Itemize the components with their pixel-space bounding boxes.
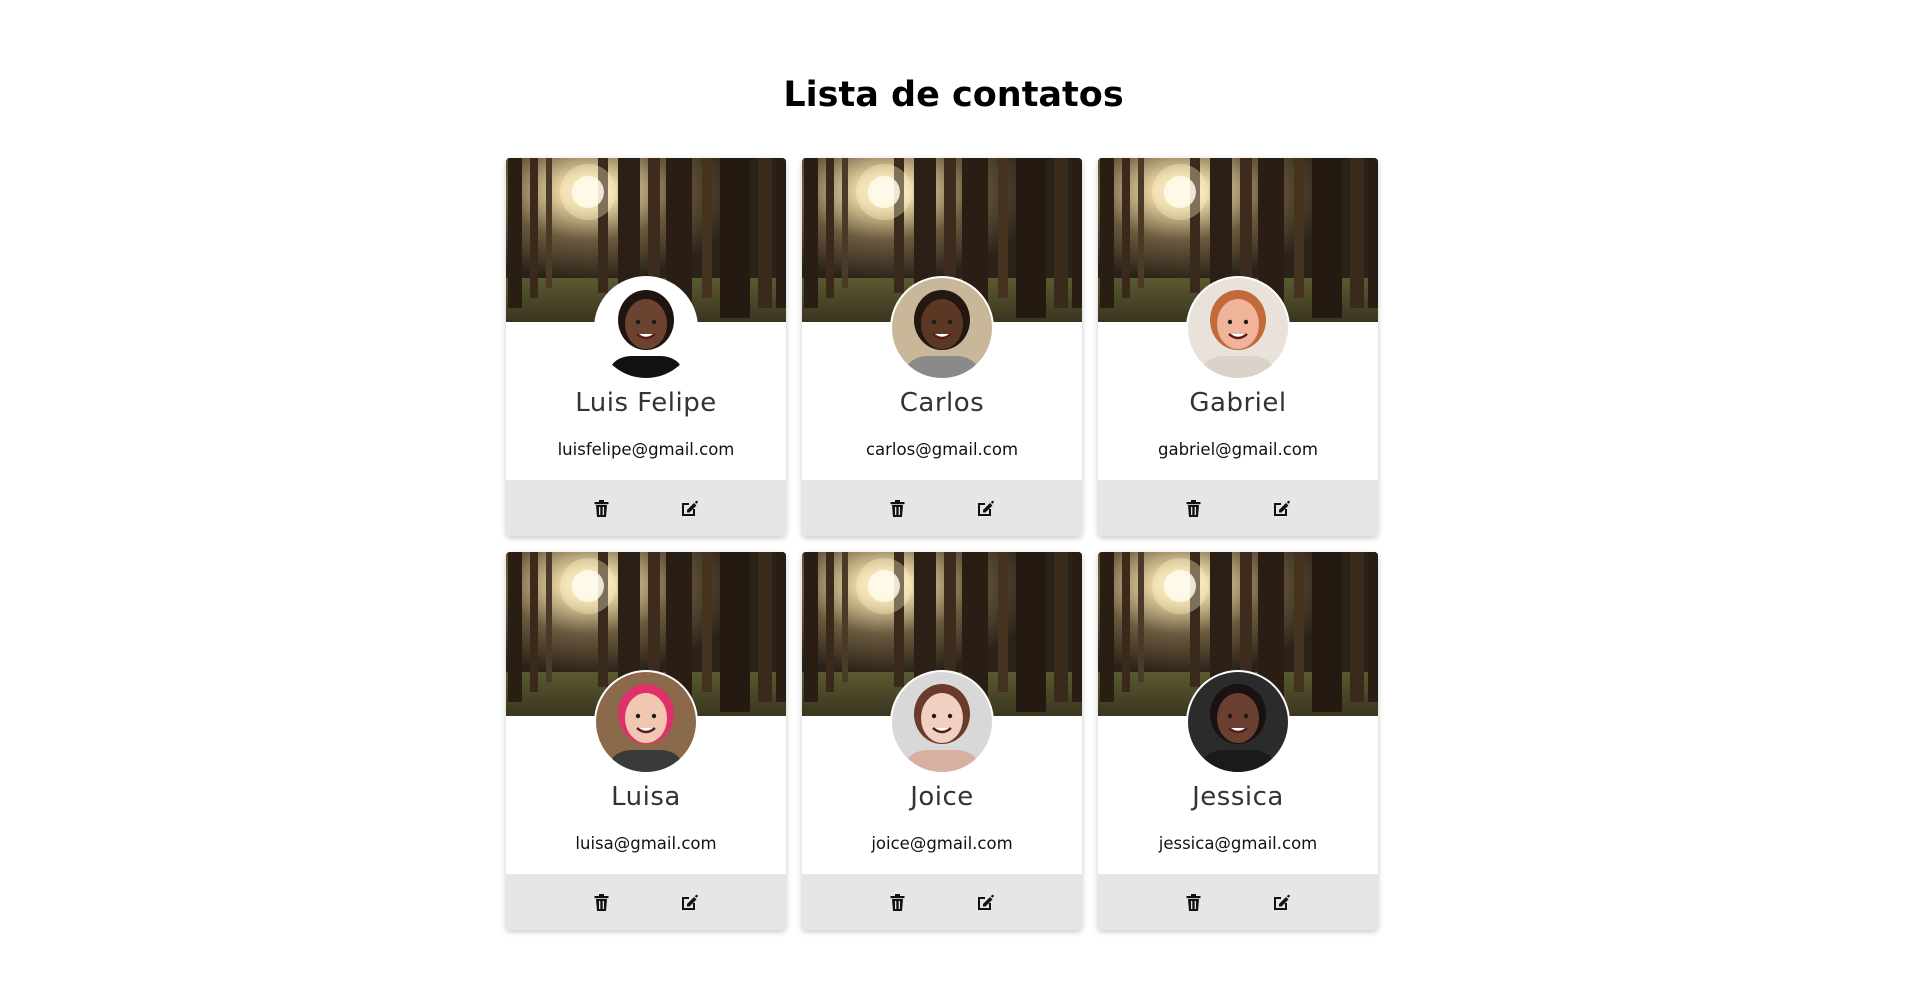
contact-name: Luis Felipe [575,388,717,418]
avatar [1188,672,1288,772]
contact-card-2: Carlos carlos@gmail.com [802,158,1082,536]
edit-button[interactable] [677,496,701,520]
trash-icon [890,499,904,517]
contact-card-6: Jessica jessica@gmail.com [1098,552,1378,930]
contact-email: joice@gmail.com [871,834,1013,853]
avatar [892,672,992,772]
contact-card-1: Luis Felipe luisfelipe@gmail.com [506,158,786,536]
trash-icon [594,893,608,911]
edit-icon [681,500,698,516]
contact-email: jessica@gmail.com [1158,834,1318,853]
edit-icon [681,894,698,910]
avatar [596,672,696,772]
delete-button[interactable] [1181,496,1205,520]
trash-icon [890,893,904,911]
trash-icon [594,499,608,517]
card-actions [506,874,786,930]
contact-card-4: Luisa luisa@gmail.com [506,552,786,930]
avatar [1188,278,1288,378]
contact-name: Luisa [611,782,681,812]
trash-icon [1186,893,1200,911]
avatar [892,278,992,378]
contact-email: luisa@gmail.com [575,834,717,853]
card-actions [506,480,786,536]
edit-button[interactable] [1269,890,1293,914]
card-actions [802,480,1082,536]
edit-button[interactable] [677,890,701,914]
card-actions [802,874,1082,930]
edit-icon [1273,894,1290,910]
contact-card-3: Gabriel gabriel@gmail.com [1098,158,1378,536]
delete-button[interactable] [885,890,909,914]
avatar [596,278,696,378]
edit-icon [1273,500,1290,516]
card-actions [1098,480,1378,536]
edit-icon [977,500,994,516]
delete-button[interactable] [589,496,613,520]
trash-icon [1186,499,1200,517]
edit-button[interactable] [973,496,997,520]
contact-name: Carlos [899,388,985,418]
contact-email: carlos@gmail.com [865,440,1019,459]
edit-button[interactable] [973,890,997,914]
card-actions [1098,874,1378,930]
contact-card-5: Joice joice@gmail.com [802,552,1082,930]
contact-name: Joice [910,782,974,812]
edit-icon [977,894,994,910]
delete-button[interactable] [589,890,613,914]
delete-button[interactable] [1181,890,1205,914]
contact-email: gabriel@gmail.com [1158,440,1318,459]
contact-name: Gabriel [1189,388,1287,418]
page-title: Lista de contatos [783,75,1124,115]
edit-button[interactable] [1269,496,1293,520]
contact-name: Jessica [1192,782,1284,812]
delete-button[interactable] [885,496,909,520]
contacts-grid: Luis Felipe luisfelipe@gmail.com Carlos … [506,158,1380,930]
contact-email: luisfelipe@gmail.com [557,440,735,459]
